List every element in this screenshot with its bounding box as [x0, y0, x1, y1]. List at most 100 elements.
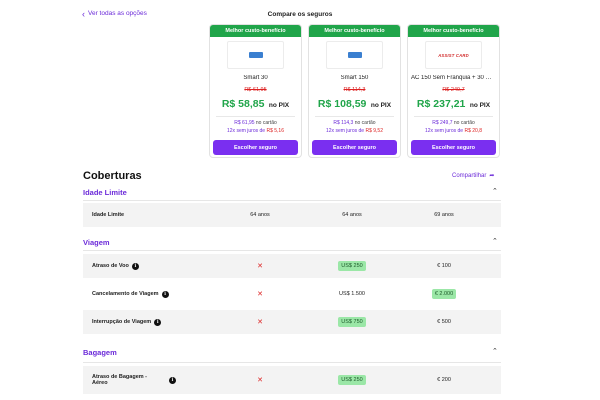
insurer-logo [326, 41, 383, 69]
pix-price-line: R$ 58,85 no PIX [210, 94, 301, 112]
highlight-value: € 2.000 [431, 289, 457, 299]
installment-value: R$ 9,52 [365, 128, 383, 134]
pix-price: R$ 237,21 [416, 98, 466, 110]
value-text: € 200 [437, 377, 451, 383]
choose-insurance-button[interactable]: Escolher seguro [411, 140, 496, 155]
value-text: 64 anos [342, 212, 362, 218]
coverage-label-text: Atraso de Voo [92, 263, 129, 269]
plan-name: AC 150 Sem Franquia + 30 mil c... [411, 75, 499, 81]
info-icon[interactable]: i [169, 376, 176, 384]
pix-suffix: no PIX [469, 102, 491, 109]
section-divider [83, 200, 501, 201]
old-price: R$ 114,3 [343, 87, 366, 93]
coverage-value: US$ 1.500 [312, 291, 392, 297]
info-icon[interactable]: i [131, 262, 139, 270]
not-covered-icon: ✕ [257, 291, 263, 298]
choose-insurance-button[interactable]: Escolher seguro [312, 140, 397, 155]
coverage-label-text: Interrupção de Viagem [92, 319, 152, 325]
installment-value: R$ 5,16 [266, 128, 284, 134]
pix-price: R$ 108,59 [317, 98, 367, 110]
coverage-value: ✕ [220, 262, 300, 270]
divider [216, 116, 295, 117]
coverage-row: Cancelamento de Viagem i ✕ US$ 1.500 € 2.000 [83, 282, 501, 306]
installments-line: 12x sem juros de R$ 20,8 [408, 128, 499, 134]
value-text: € 500 [437, 319, 451, 325]
coverage-row: Atraso de Bagagem - Aéreo i ✕ US$ 250 € 200 [83, 366, 501, 394]
coverage-value: 64 anos [312, 212, 392, 218]
coverage-value: US$ 250 [312, 261, 392, 271]
section-title: Idade Limite [83, 188, 127, 197]
coverage-value: 64 anos [220, 212, 300, 218]
share-button[interactable]: Compartilhar ➦ [452, 172, 495, 180]
value-text: 64 anos [250, 212, 270, 218]
not-covered-icon: ✕ [257, 377, 263, 384]
card-price: R$ 114,3 [333, 120, 354, 126]
coverage-row: Atraso de Voo i ✕ US$ 250 € 100 [83, 254, 501, 278]
plan-name: Smart 150 [340, 75, 369, 81]
pix-suffix: no PIX [370, 102, 392, 109]
insurance-card: Melhor custo-benefício ASSIST CARD AC 15… [407, 24, 500, 158]
coverage-label: Cancelamento de Viagem i [83, 290, 193, 298]
coverage-title: Coberturas [83, 170, 142, 182]
value-text: € 100 [437, 263, 451, 269]
card-suffix: no cartão [255, 120, 277, 126]
coverage-label-text: Idade Limite [92, 212, 125, 218]
installment-value: R$ 20,8 [464, 128, 482, 134]
card-price-line: R$ 249,7 no cartão [408, 120, 499, 126]
insurance-card: Melhor custo-benefício Smart 150 R$ 114,… [308, 24, 401, 158]
best-value-badge: Melhor custo-benefício [309, 25, 400, 37]
coverage-value: 69 anos [404, 212, 484, 218]
collapse-chevron-icon[interactable]: ⌃ [492, 237, 498, 245]
choose-insurance-button[interactable]: Escolher seguro [213, 140, 298, 155]
best-value-badge: Melhor custo-benefício [210, 25, 301, 37]
installments-line: 12x sem juros de R$ 5,16 [210, 128, 301, 134]
section-divider [83, 250, 501, 251]
divider [414, 116, 493, 117]
pix-suffix: no PIX [268, 102, 290, 109]
info-icon[interactable]: i [161, 290, 169, 298]
card-suffix: no cartão [453, 120, 475, 126]
insurance-card: Melhor custo-benefício Smart 30 R$ 61,95… [209, 24, 302, 158]
coverage-label: Atraso de Voo i [83, 262, 193, 270]
not-covered-icon: ✕ [257, 263, 263, 270]
coverage-row: Interrupção de Viagem i ✕ US$ 750 € 500 [83, 310, 501, 334]
old-price: R$ 61,95 [244, 87, 267, 93]
pix-price-line: R$ 237,21 no PIX [408, 94, 499, 112]
section-divider [83, 362, 501, 363]
coverage-value: € 200 [404, 377, 484, 383]
pix-price-line: R$ 108,59 no PIX [309, 94, 400, 112]
card-price-line: R$ 114,3 no cartão [309, 120, 400, 126]
insurer-logo-mark [347, 52, 362, 58]
installments-prefix: 12x sem juros de [227, 128, 266, 134]
section-title: Viagem [83, 238, 110, 247]
not-covered-icon: ✕ [257, 319, 263, 326]
divider [315, 116, 394, 117]
insurer-logo-text: ASSIST CARD [438, 52, 469, 58]
coverage-label-text: Atraso de Bagagem - Aéreo [92, 374, 148, 386]
best-value-badge: Melhor custo-benefício [408, 25, 499, 37]
insurer-logo-mark [248, 52, 263, 58]
page-title: Compare os seguros [267, 11, 333, 18]
highlight-value: US$ 750 [338, 317, 366, 327]
card-price: R$ 249,7 [432, 120, 453, 126]
coverage-label: Idade Limite [83, 212, 193, 218]
info-icon[interactable]: i [154, 318, 162, 326]
installments-prefix: 12x sem juros de [425, 128, 464, 134]
coverage-label: Atraso de Bagagem - Aéreo i [83, 374, 193, 386]
collapse-chevron-icon[interactable]: ⌃ [492, 347, 498, 355]
card-suffix: no cartão [354, 120, 376, 126]
share-icon: ➦ [489, 173, 495, 179]
value-text: US$ 1.500 [339, 291, 365, 297]
coverage-label: Interrupção de Viagem i [83, 318, 193, 326]
coverage-value: ✕ [220, 318, 300, 326]
coverage-value: ✕ [220, 290, 300, 298]
coverage-value: € 100 [404, 263, 484, 269]
card-price: R$ 61,95 [234, 120, 255, 126]
installments-prefix: 12x sem juros de [326, 128, 365, 134]
highlight-value: US$ 250 [338, 375, 366, 385]
old-price: R$ 249,7 [442, 87, 465, 93]
insurer-logo [227, 41, 284, 69]
plan-name: Smart 30 [243, 75, 268, 81]
collapse-chevron-icon[interactable]: ⌃ [492, 187, 498, 195]
coverage-label-text: Cancelamento de Viagem [92, 291, 159, 297]
